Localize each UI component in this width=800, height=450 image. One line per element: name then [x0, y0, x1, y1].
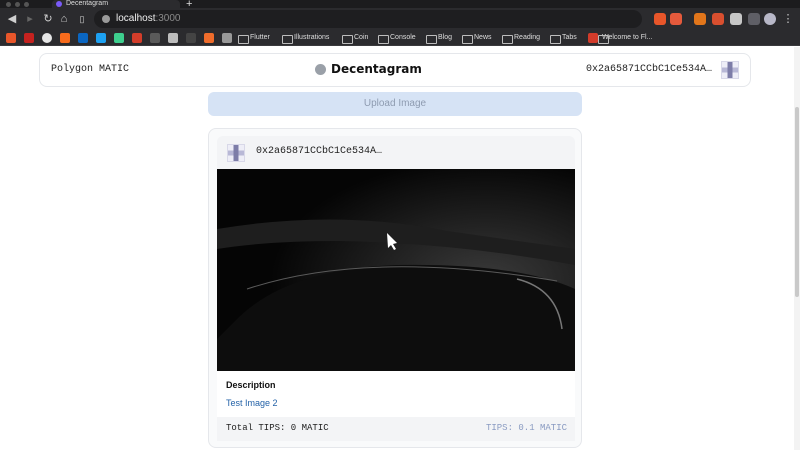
bookmark-site-icon[interactable]	[114, 33, 124, 43]
tab-title: Decentagram	[66, 0, 109, 7]
bookmark-folder-coin[interactable]: Coin	[342, 32, 368, 44]
bookmark-twitter-icon[interactable]	[96, 33, 106, 43]
forward-icon[interactable]: ▸	[22, 11, 38, 27]
bookmark-gitlab-icon[interactable]	[60, 33, 70, 43]
post-image-photo	[217, 169, 575, 371]
bookmark-folder-news[interactable]: News	[462, 32, 492, 44]
tab-favicon-icon	[56, 1, 62, 7]
post-footer: Total TIPS: 0 MATIC TIPS: 0.1 MATIC	[217, 417, 575, 441]
account-address: 0x2a65871CCbC1Ce534A…	[585, 64, 712, 75]
bookmark-brave-icon[interactable]	[6, 33, 16, 43]
app-header: Polygon MATIC Decentagram 0x2a65871CCbC1…	[39, 53, 751, 87]
bookmark-gmail-icon[interactable]	[24, 33, 34, 43]
back-icon[interactable]: ◀	[4, 11, 20, 27]
brand-name: Decentagram	[331, 62, 422, 76]
bookmark-welcome[interactable]: Welcome to Fl...	[598, 32, 652, 44]
home-icon[interactable]: ⌂	[56, 11, 72, 27]
bookmark-site-icon[interactable]	[150, 33, 160, 43]
post-author-address: 0x2a65871CCbC1Ce534A…	[256, 146, 383, 157]
window-controls[interactable]	[6, 2, 29, 7]
address-bar[interactable]: localhost:3000	[94, 10, 642, 28]
maximize-window-icon[interactable]	[24, 2, 29, 7]
post-header: 0x2a65871CCbC1Ce534A…	[217, 136, 575, 170]
minimize-window-icon[interactable]	[15, 2, 20, 7]
url-text[interactable]: localhost:3000	[116, 12, 181, 26]
scrollbar-thumb[interactable]	[795, 107, 799, 297]
bookmark-github-icon[interactable]	[42, 33, 52, 43]
site-info-icon[interactable]	[102, 15, 110, 23]
bookmark-site-icon[interactable]	[186, 33, 196, 43]
browser-toolbar: ◀ ▸ ↻ ⌂ ▯ localhost:3000 ⋮	[0, 8, 800, 30]
bookmark-site-icon[interactable]	[132, 33, 142, 43]
bookmark-site-icon[interactable]	[222, 33, 232, 43]
bookmark-site-icon[interactable]	[168, 33, 178, 43]
description-label: Description	[226, 380, 276, 390]
page-scrollbar[interactable]	[794, 47, 800, 450]
bookmark-site-icon[interactable]	[204, 33, 214, 43]
network-label: Polygon MATIC	[51, 64, 130, 75]
bookmark-folder-tabs[interactable]: Tabs	[550, 32, 577, 44]
bookmark-flutter-icon[interactable]	[588, 33, 598, 43]
brave-shields-icon[interactable]	[654, 13, 666, 25]
profile-avatar-icon[interactable]	[764, 13, 776, 25]
bookmark-folder-reading[interactable]: Reading	[502, 32, 540, 44]
brand: Decentagram	[315, 62, 422, 76]
bookmark-page-icon[interactable]: ▯	[74, 11, 90, 27]
bookmark-linkedin-icon[interactable]	[78, 33, 88, 43]
menu-icon[interactable]: ⋮	[780, 11, 796, 27]
metamask-icon[interactable]	[694, 13, 706, 25]
bookmark-folder-flutter[interactable]: Flutter	[238, 32, 270, 44]
reload-icon[interactable]: ↻	[40, 11, 56, 27]
upload-image-button[interactable]: Upload Image	[208, 92, 582, 116]
wallet-icon[interactable]	[748, 13, 760, 25]
tip-button[interactable]: TIPS: 0.1 MATIC	[486, 423, 567, 433]
post-image	[217, 169, 575, 371]
extension-icon[interactable]	[712, 13, 724, 25]
post-body: Description Test Image 2	[217, 371, 575, 417]
close-window-icon[interactable]	[6, 2, 11, 7]
browser-tab[interactable]: Decentagram	[52, 0, 180, 8]
author-identicon-icon	[227, 144, 245, 162]
post-card: 0x2a65871CCbC1Ce534A… Description Test I…	[208, 128, 582, 448]
bookmarks-bar: Flutter Illustrations Coin Console Blog …	[0, 30, 800, 46]
browser-tab-bar: Decentagram +	[0, 0, 800, 10]
bookmark-folder-blog[interactable]: Blog	[426, 32, 452, 44]
account-identicon-icon	[721, 61, 739, 79]
extensions-puzzle-icon[interactable]	[730, 13, 742, 25]
brand-logo-icon	[315, 63, 326, 75]
bookmark-folder-console[interactable]: Console	[378, 32, 416, 44]
brave-rewards-icon[interactable]	[670, 13, 682, 25]
bookmark-folder-illustrations[interactable]: Illustrations	[282, 32, 329, 44]
description-text: Test Image 2	[226, 398, 278, 408]
total-tips: Total TIPS: 0 MATIC	[226, 423, 329, 433]
